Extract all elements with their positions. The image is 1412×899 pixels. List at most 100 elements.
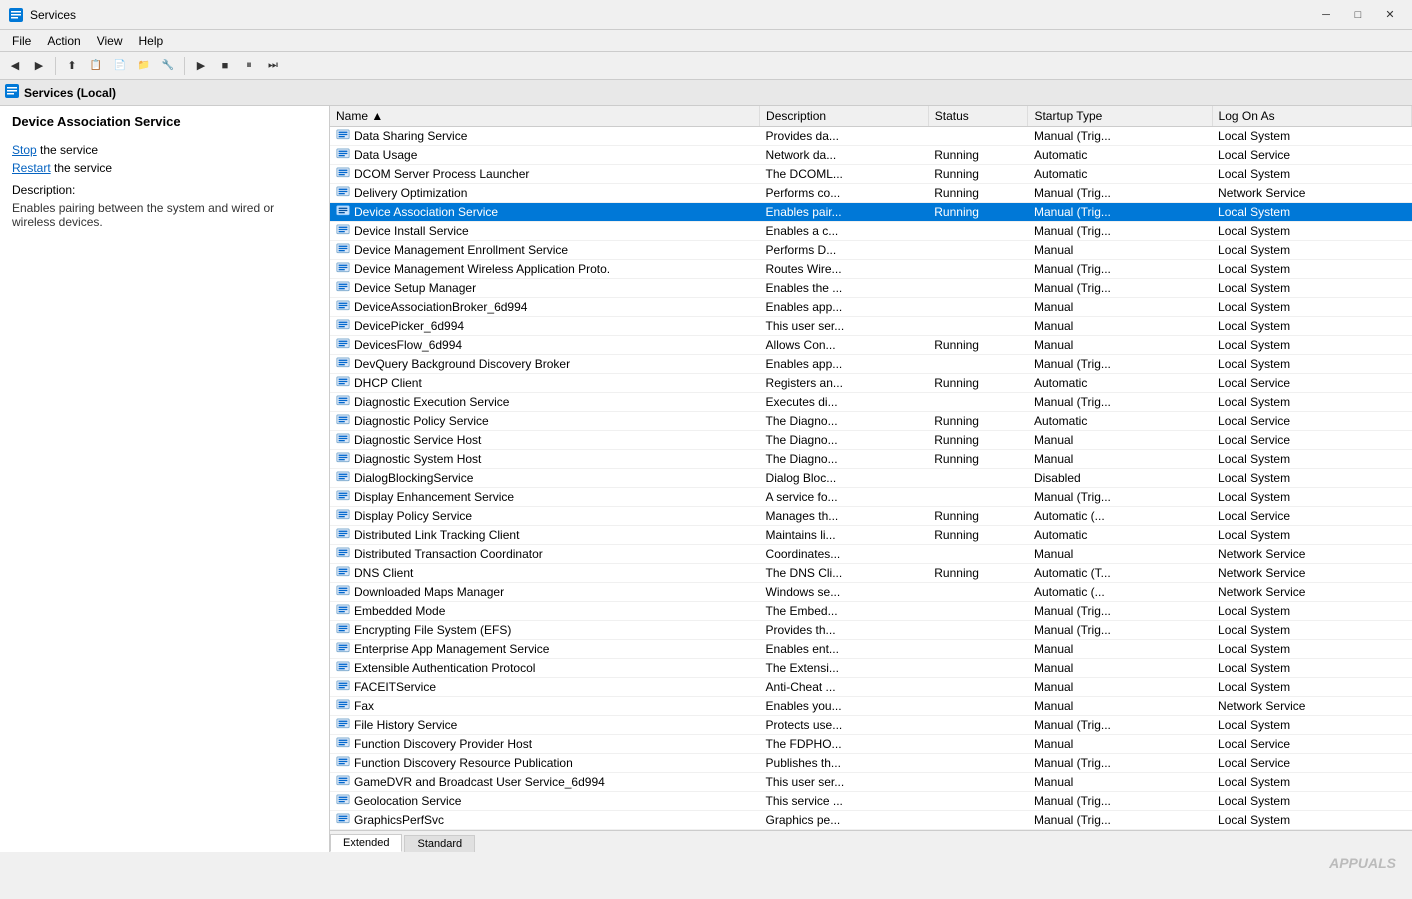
table-row[interactable]: Distributed Transaction Coordinator Coor… xyxy=(330,545,1412,564)
menu-action[interactable]: Action xyxy=(39,32,88,50)
panel-description-label: Description: xyxy=(12,183,317,197)
cell-name: Extensible Authentication Protocol xyxy=(330,659,610,677)
table-row[interactable]: Delivery Optimization Performs co... Run… xyxy=(330,184,1412,203)
service-name: Distributed Link Tracking Client xyxy=(354,528,519,542)
cell-description: A service fo... xyxy=(760,488,929,507)
close-button[interactable]: ✕ xyxy=(1376,5,1404,25)
cell-logon: Local System xyxy=(1212,317,1411,336)
menu-help[interactable]: Help xyxy=(131,32,172,50)
cell-startup: Manual xyxy=(1028,317,1212,336)
cell-status xyxy=(928,792,1028,811)
header-name[interactable]: Name ▲ xyxy=(330,106,760,127)
table-row[interactable]: Device Setup Manager Enables the ... Man… xyxy=(330,279,1412,298)
table-row[interactable]: Device Install Service Enables a c... Ma… xyxy=(330,222,1412,241)
table-row[interactable]: Encrypting File System (EFS) Provides th… xyxy=(330,621,1412,640)
table-row[interactable]: Device Management Enrollment Service Per… xyxy=(330,241,1412,260)
content-area: Device Association Service Stop the serv… xyxy=(0,106,1412,852)
table-row[interactable]: Enterprise App Management Service Enable… xyxy=(330,640,1412,659)
cell-name: DevicePicker_6d994 xyxy=(330,317,610,335)
table-row[interactable]: Fax Enables you... Manual Network Servic… xyxy=(330,697,1412,716)
cell-logon: Local System xyxy=(1212,165,1411,184)
table-row[interactable]: Extensible Authentication Protocol The E… xyxy=(330,659,1412,678)
restart-link[interactable]: Restart xyxy=(12,161,51,175)
toolbar-pause[interactable]: ⏸ xyxy=(238,55,260,77)
table-row[interactable]: DNS Client The DNS Cli... Running Automa… xyxy=(330,564,1412,583)
cell-logon: Local System xyxy=(1212,260,1411,279)
table-row[interactable]: Downloaded Maps Manager Windows se... Au… xyxy=(330,583,1412,602)
minimize-button[interactable]: ─ xyxy=(1312,5,1340,25)
services-table-scroll[interactable]: Name ▲ Description Status Startup Type L… xyxy=(330,106,1412,830)
cell-name: Diagnostic Service Host xyxy=(330,431,610,449)
cell-description: Coordinates... xyxy=(760,545,929,564)
cell-description: The Embed... xyxy=(760,602,929,621)
table-row[interactable]: GameDVR and Broadcast User Service_6d994… xyxy=(330,773,1412,792)
table-row[interactable]: Distributed Link Tracking Client Maintai… xyxy=(330,526,1412,545)
table-row[interactable]: DeviceAssociationBroker_6d994 Enables ap… xyxy=(330,298,1412,317)
table-row[interactable]: Diagnostic Service Host The Diagno... Ru… xyxy=(330,431,1412,450)
tab-standard[interactable]: Standard xyxy=(404,835,475,852)
toolbar-forward[interactable]: ▶ xyxy=(28,55,50,77)
table-row[interactable]: Device Association Service Enables pair.… xyxy=(330,203,1412,222)
table-row[interactable]: Display Policy Service Manages th... Run… xyxy=(330,507,1412,526)
table-row[interactable]: DialogBlockingService Dialog Bloc... Dis… xyxy=(330,469,1412,488)
table-row[interactable]: File History Service Protects use... Man… xyxy=(330,716,1412,735)
header-description[interactable]: Description xyxy=(760,106,929,127)
service-icon xyxy=(336,642,350,656)
table-row[interactable]: DHCP Client Registers an... Running Auto… xyxy=(330,374,1412,393)
header-status[interactable]: Status xyxy=(928,106,1028,127)
table-row[interactable]: DevicePicker_6d994 This user ser... Manu… xyxy=(330,317,1412,336)
table-row[interactable]: Diagnostic System Host The Diagno... Run… xyxy=(330,450,1412,469)
toolbar-show[interactable]: 📋 xyxy=(85,55,107,77)
toolbar-back[interactable]: ◀ xyxy=(4,55,26,77)
cell-startup: Manual (Trig... xyxy=(1028,754,1212,773)
table-row[interactable]: Diagnostic Policy Service The Diagno... … xyxy=(330,412,1412,431)
table-row[interactable]: Data Sharing Service Provides da... Manu… xyxy=(330,127,1412,146)
service-name: DevicePicker_6d994 xyxy=(354,319,464,333)
toolbar-stop[interactable]: ■ xyxy=(214,55,236,77)
menu-view[interactable]: View xyxy=(89,32,131,50)
table-row[interactable]: DevicesFlow_6d994 Allows Con... Running … xyxy=(330,336,1412,355)
table-row[interactable]: Function Discovery Provider Host The FDP… xyxy=(330,735,1412,754)
table-row[interactable]: FACEITService Anti-Cheat ... Manual Loca… xyxy=(330,678,1412,697)
table-row[interactable]: Display Enhancement Service A service fo… xyxy=(330,488,1412,507)
toolbar-show3[interactable]: 📁 xyxy=(133,55,155,77)
cell-description: This service ... xyxy=(760,792,929,811)
cell-status: Running xyxy=(928,431,1028,450)
table-row[interactable]: Function Discovery Resource Publication … xyxy=(330,754,1412,773)
table-row[interactable]: DCOM Server Process Launcher The DCOML..… xyxy=(330,165,1412,184)
toolbar-show4[interactable]: 🔧 xyxy=(157,55,179,77)
cell-startup: Automatic xyxy=(1028,165,1212,184)
cell-description: Maintains li... xyxy=(760,526,929,545)
service-name: Encrypting File System (EFS) xyxy=(354,623,511,637)
tab-extended[interactable]: Extended xyxy=(330,834,402,852)
cell-name: Data Usage xyxy=(330,146,610,164)
service-name: GameDVR and Broadcast User Service_6d994 xyxy=(354,775,605,789)
cell-status: Running xyxy=(928,184,1028,203)
toolbar-show2[interactable]: 📄 xyxy=(109,55,131,77)
header-startup[interactable]: Startup Type xyxy=(1028,106,1212,127)
toolbar-up[interactable]: ⬆ xyxy=(61,55,83,77)
table-row[interactable]: DevQuery Background Discovery Broker Ena… xyxy=(330,355,1412,374)
cell-description: Enables ent... xyxy=(760,640,929,659)
cell-name: Encrypting File System (EFS) xyxy=(330,621,610,639)
cell-status: Running xyxy=(928,165,1028,184)
maximize-button[interactable]: □ xyxy=(1344,5,1372,25)
service-icon xyxy=(336,680,350,694)
cell-description: Enables app... xyxy=(760,298,929,317)
header-logon[interactable]: Log On As xyxy=(1212,106,1411,127)
title-bar-text: Services xyxy=(30,8,1312,22)
cell-startup: Manual (Trig... xyxy=(1028,355,1212,374)
table-row[interactable]: Data Usage Network da... Running Automat… xyxy=(330,146,1412,165)
toolbar-play[interactable]: ▶ xyxy=(190,55,212,77)
table-row[interactable]: Geolocation Service This service ... Man… xyxy=(330,792,1412,811)
cell-name: DevicesFlow_6d994 xyxy=(330,336,610,354)
stop-link[interactable]: Stop xyxy=(12,143,37,157)
table-row[interactable]: GraphicsPerfSvc Graphics pe... Manual (T… xyxy=(330,811,1412,830)
table-row[interactable]: Device Management Wireless Application P… xyxy=(330,260,1412,279)
menu-file[interactable]: File xyxy=(4,32,39,50)
service-icon xyxy=(336,813,350,827)
table-row[interactable]: Diagnostic Execution Service Executes di… xyxy=(330,393,1412,412)
table-row[interactable]: Embedded Mode The Embed... Manual (Trig.… xyxy=(330,602,1412,621)
toolbar-restart[interactable]: ⏭ xyxy=(262,55,284,77)
cell-name: DCOM Server Process Launcher xyxy=(330,165,610,183)
